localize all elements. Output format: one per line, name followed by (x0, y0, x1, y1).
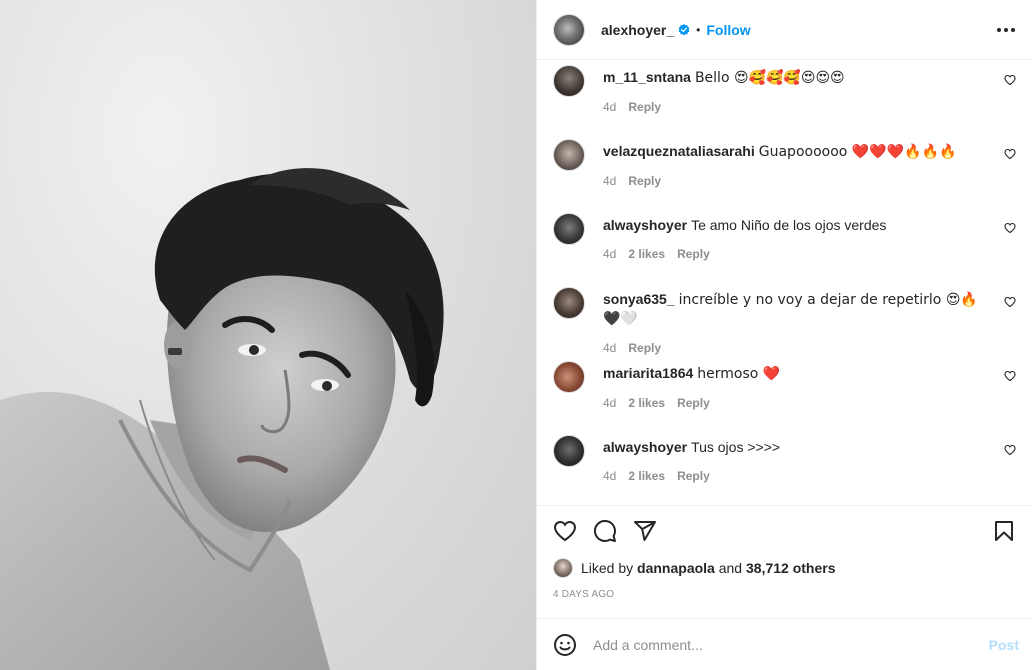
commenter-avatar[interactable] (553, 139, 585, 171)
reply-button[interactable]: Reply (677, 469, 710, 483)
post-timestamp[interactable]: 4 DAYS AGO (553, 585, 1016, 605)
comment-time[interactable]: 4d (603, 469, 616, 483)
comment-like-heart-icon[interactable] (1004, 74, 1016, 86)
follow-button[interactable]: Follow (706, 22, 750, 38)
comments-list[interactable]: m_11_sntana Bello 😍🥰🥰🥰😍😍😍 4d Reply velazq… (537, 60, 1032, 505)
heart-icon[interactable] (553, 519, 577, 543)
post-panel: alexhoyer_ • Follow m_11_sntana Bello 😍🥰🥰… (536, 0, 1032, 670)
liked-by-and: and (718, 560, 743, 576)
reply-button[interactable]: Reply (628, 174, 661, 188)
reply-button[interactable]: Reply (677, 247, 710, 261)
more-options-icon[interactable] (994, 18, 1018, 42)
liked-by-user[interactable]: dannapaola (637, 560, 715, 576)
owner-avatar[interactable] (553, 13, 585, 46)
comment-time[interactable]: 4d (603, 247, 616, 261)
comment-username[interactable]: velazqueznataliasarahi (603, 143, 755, 159)
comment-item: sonya635_ increíble y no voy a dejar de r… (553, 282, 1016, 356)
comment-time[interactable]: 4d (603, 341, 616, 355)
portrait-image (0, 168, 444, 670)
comment-username[interactable]: m_11_sntana (603, 69, 691, 85)
comment-like-heart-icon[interactable] (1004, 296, 1016, 308)
commenter-avatar[interactable] (553, 435, 585, 467)
comment-likes[interactable]: 2 likes (628, 396, 665, 410)
comment-like-heart-icon[interactable] (1004, 444, 1016, 456)
commenter-avatar[interactable] (553, 65, 585, 97)
header-separator: • (696, 22, 701, 37)
bookmark-icon[interactable] (992, 519, 1016, 543)
comment-time[interactable]: 4d (603, 174, 616, 188)
post-modal: alexhoyer_ • Follow m_11_sntana Bello 😍🥰🥰… (0, 0, 1032, 670)
post-comment-button[interactable]: Post (989, 637, 1019, 653)
comment-text: Te amo Niño de los ojos verdes (691, 217, 887, 233)
comment-item: alwayshoyer Tus ojos >>>> 4d 2 likes Repl… (553, 430, 1016, 504)
comment-like-heart-icon[interactable] (1004, 148, 1016, 160)
comment-username[interactable]: alwayshoyer (603, 217, 687, 233)
verified-badge-icon (678, 23, 690, 35)
liked-by-row: Liked by dannapaola and 38,712 others (553, 556, 1016, 580)
owner-username[interactable]: alexhoyer_ (601, 22, 674, 38)
post-header: alexhoyer_ • Follow (537, 0, 1032, 60)
comment-username[interactable]: alwayshoyer (603, 439, 687, 455)
reply-button[interactable]: Reply (677, 396, 710, 410)
comment-item: m_11_sntana Bello 😍🥰🥰🥰😍😍😍 4d Reply (553, 60, 1016, 134)
post-photo[interactable] (0, 0, 536, 670)
post-actions: Liked by dannapaola and 38,712 others 4 … (537, 505, 1032, 605)
comment-text: hermoso ❤️ (697, 366, 781, 382)
comment-like-heart-icon[interactable] (1004, 370, 1016, 382)
comment-text: Guapoooooo ❤️❤️❤️🔥🔥🔥 (758, 144, 957, 160)
add-comment-bar: Post (537, 618, 1032, 670)
comment-text: Tus ojos >>>> (691, 439, 781, 455)
share-icon[interactable] (633, 519, 657, 543)
comment-item: velazqueznataliasarahi Guapoooooo ❤️❤️❤️🔥… (553, 134, 1016, 208)
comment-time[interactable]: 4d (603, 100, 616, 114)
commenter-avatar[interactable] (553, 361, 585, 393)
liker-avatar[interactable] (553, 558, 573, 578)
liked-by-prefix: Liked by (581, 560, 634, 576)
comment-username[interactable]: sonya635_ (603, 291, 675, 307)
comment-item: mariarita1864 hermoso ❤️ 4d 2 likes Reply (553, 356, 1016, 430)
reply-button[interactable]: Reply (628, 341, 661, 355)
comment-icon[interactable] (593, 519, 617, 543)
comment-text: Bello 😍🥰🥰🥰😍😍😍 (694, 70, 845, 86)
comment-likes[interactable]: 2 likes (628, 247, 665, 261)
reply-button[interactable]: Reply (628, 100, 661, 114)
comment-item: alwayshoyer Te amo Niño de los ojos verde… (553, 208, 1016, 282)
commenter-avatar[interactable] (553, 287, 585, 319)
emoji-icon[interactable] (553, 633, 577, 657)
comment-likes[interactable]: 2 likes (628, 469, 665, 483)
action-icons-row (553, 506, 1016, 556)
comment-username[interactable]: mariarita1864 (603, 365, 693, 381)
liked-by-others[interactable]: 38,712 others (746, 560, 836, 576)
comment-time[interactable]: 4d (603, 396, 616, 410)
comment-input[interactable] (593, 636, 953, 653)
commenter-avatar[interactable] (553, 213, 585, 245)
comment-like-heart-icon[interactable] (1004, 222, 1016, 234)
